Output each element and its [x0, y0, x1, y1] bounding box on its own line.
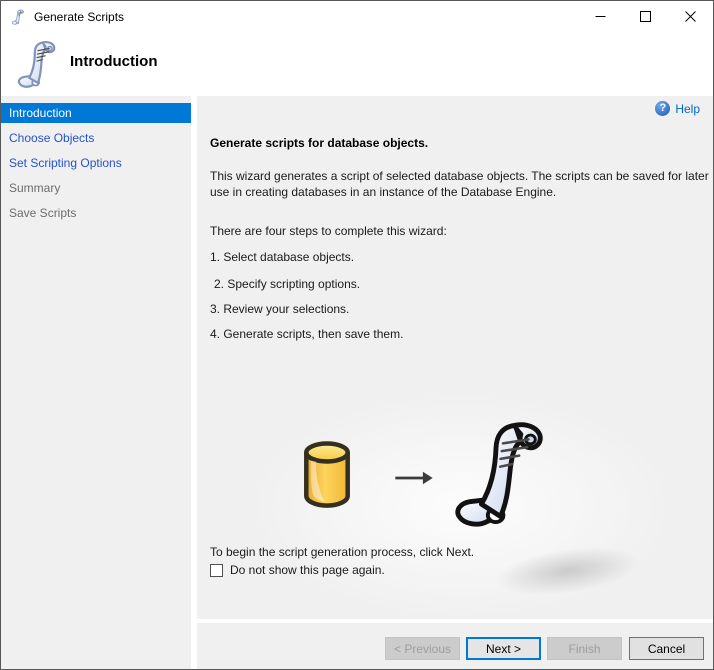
help-label: Help — [675, 102, 700, 116]
minimize-button[interactable] — [578, 1, 623, 32]
database-cylinder-icon — [300, 438, 354, 512]
finish-button[interactable]: Finish — [547, 637, 622, 660]
script-scroll-icon — [443, 415, 557, 532]
do-not-show-row: Do not show this page again. — [210, 563, 385, 577]
content-heading: Generate scripts for database objects. — [210, 136, 428, 150]
wizard-content-panel: ? Help Generate scripts for database obj… — [197, 96, 713, 619]
sidebar-item-save-scripts[interactable]: Save Scripts — [1, 203, 191, 223]
help-icon: ? — [655, 101, 670, 116]
close-button[interactable] — [668, 1, 713, 32]
step-2-text: 2. Specify scripting options. — [214, 277, 360, 291]
window-title: Generate Scripts — [34, 10, 124, 24]
page-title: Introduction — [70, 53, 157, 70]
title-bar[interactable]: Generate Scripts — [1, 1, 713, 32]
sidebar-item-set-scripting-options[interactable]: Set Scripting Options — [1, 153, 191, 173]
steps-intro-text: There are four steps to complete this wi… — [210, 224, 447, 238]
next-button[interactable]: Next > — [466, 637, 541, 660]
footer-note: To begin the script generation process, … — [210, 545, 474, 559]
cancel-button[interactable]: Cancel — [629, 637, 704, 660]
maximize-button[interactable] — [623, 1, 668, 32]
do-not-show-label[interactable]: Do not show this page again. — [230, 563, 385, 577]
step-1-text: 1. Select database objects. — [210, 250, 354, 264]
window-controls — [578, 1, 713, 32]
maximize-icon — [640, 11, 651, 22]
arrow-right-icon — [393, 470, 435, 486]
do-not-show-checkbox[interactable] — [210, 564, 223, 577]
sidebar-item-introduction[interactable]: Introduction — [1, 103, 191, 123]
previous-button[interactable]: < Previous — [385, 637, 460, 660]
wizard-steps-sidebar: Introduction Choose Objects Set Scriptin… — [1, 96, 191, 669]
minimize-icon — [595, 11, 606, 22]
intro-paragraph: This wizard generates a script of select… — [210, 168, 714, 200]
close-icon — [685, 11, 696, 22]
sidebar-item-choose-objects[interactable]: Choose Objects — [1, 128, 191, 148]
wizard-button-bar: < Previous Next > Finish Cancel — [197, 623, 713, 669]
help-link[interactable]: ? Help — [655, 101, 700, 116]
sidebar-item-summary[interactable]: Summary — [1, 178, 191, 198]
generate-scripts-wizard-window: Generate Scripts Introduction Introducti… — [0, 0, 714, 670]
scroll-icon — [10, 9, 26, 25]
scroll-icon — [13, 39, 61, 89]
wizard-header: Introduction — [1, 32, 713, 96]
step-4-text: 4. Generate scripts, then save them. — [210, 327, 403, 341]
step-3-text: 3. Review your selections. — [210, 302, 349, 316]
